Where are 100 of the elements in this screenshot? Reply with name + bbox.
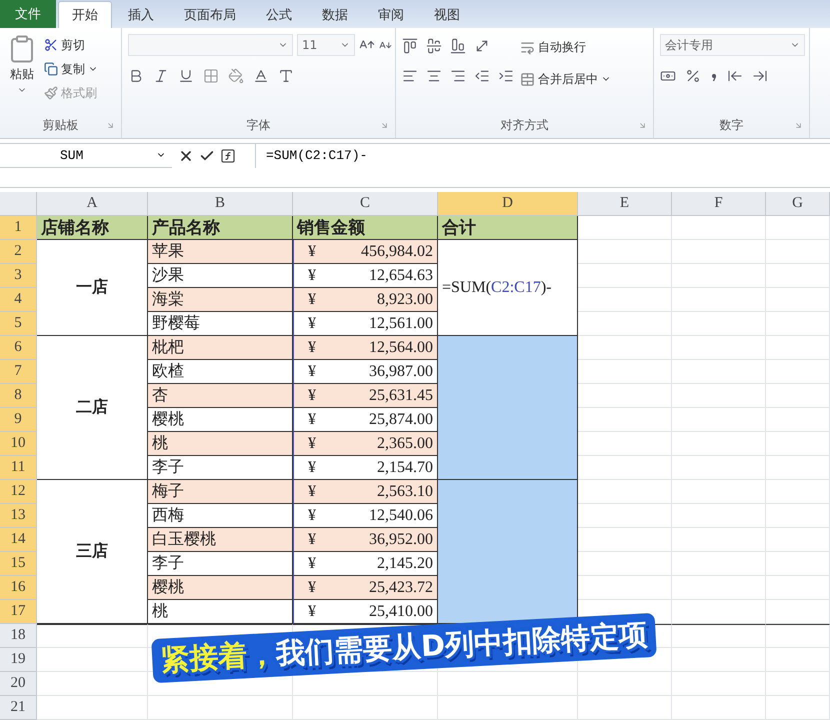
amount-cell: ¥ 25,874.00 (293, 408, 438, 432)
row-header[interactable]: 4 (0, 288, 37, 312)
product-cell: 杏 (148, 384, 293, 408)
indent-decrease-icon[interactable] (474, 68, 490, 84)
launcher-icon[interactable] (106, 120, 115, 130)
product-cell: 欧楂 (148, 360, 293, 384)
font-name-field[interactable] (128, 34, 293, 56)
amount-cell: ¥ 2,145.20 (293, 552, 438, 576)
increase-decimal-icon[interactable] (727, 68, 743, 84)
row-header[interactable]: 2 (0, 240, 37, 264)
row-header[interactable]: 6 (0, 336, 37, 360)
column-header[interactable]: C (293, 192, 438, 216)
row-header[interactable]: 15 (0, 552, 37, 576)
column-header[interactable]: E (578, 192, 672, 216)
product-cell: 海棠 (148, 288, 293, 312)
merge-icon (520, 72, 535, 86)
fill-color-icon[interactable] (228, 68, 244, 84)
align-center-icon[interactable] (426, 68, 442, 84)
font-size-field[interactable]: 11 (297, 34, 355, 56)
row-header[interactable]: 12 (0, 480, 37, 504)
column-header[interactable]: D (438, 192, 578, 216)
font-color-icon[interactable] (253, 68, 269, 84)
amount-cell: ¥ 2,154.70 (293, 456, 438, 480)
ribbon-tab[interactable]: 开始 (58, 1, 112, 28)
paste-label[interactable]: 粘贴 (10, 66, 34, 83)
group-title: 剪贴板 (42, 117, 78, 134)
phonetic-icon[interactable] (278, 68, 294, 84)
row-header[interactable]: 3 (0, 264, 37, 288)
ribbon-tab[interactable]: 视图 (420, 1, 474, 28)
store-cell: 一店 (37, 240, 148, 336)
middle-align-icon[interactable] (426, 38, 442, 54)
amount-cell: ¥ 12,540.06 (293, 504, 438, 528)
indent-increase-icon[interactable] (498, 68, 514, 84)
underline-icon[interactable] (178, 68, 194, 84)
border-icon[interactable] (203, 68, 219, 84)
amount-cell: ¥ 12,654.63 (293, 264, 438, 288)
product-cell: 桃 (148, 432, 293, 456)
row-header[interactable]: 17 (0, 600, 37, 624)
header-cell: 销售金额 (293, 216, 438, 240)
ribbon-tab[interactable]: 插入 (114, 1, 168, 28)
top-align-icon[interactable] (402, 38, 418, 54)
column-header[interactable]: G (766, 192, 830, 216)
ribbon-tab[interactable]: 页面布局 (170, 1, 250, 28)
group-title: 数字 (720, 117, 744, 134)
bottom-align-icon[interactable] (450, 38, 466, 54)
column-header[interactable]: B (148, 192, 293, 216)
row-header[interactable]: 5 (0, 312, 37, 336)
row-header[interactable]: 8 (0, 384, 37, 408)
product-cell: 西梅 (148, 504, 293, 528)
product-cell: 桃 (148, 600, 293, 624)
column-header[interactable]: F (672, 192, 766, 216)
wrap-text-button[interactable]: 自动换行 (520, 36, 611, 58)
ribbon-tab[interactable]: 数据 (308, 1, 362, 28)
italic-icon[interactable] (153, 68, 169, 84)
launcher-icon[interactable] (638, 120, 647, 130)
row-header[interactable]: 7 (0, 360, 37, 384)
copy-button[interactable]: 复制 (44, 58, 98, 80)
product-cell: 樱桃 (148, 576, 293, 600)
amount-cell: ¥ 25,423.72 (293, 576, 438, 600)
formula-field[interactable]: =SUM(C2:C17)- (256, 144, 830, 187)
ribbon-tab[interactable]: 公式 (252, 1, 306, 28)
product-cell: 梅子 (148, 480, 293, 504)
selected-cell[interactable] (438, 480, 578, 624)
cut-button[interactable]: 剪切 (44, 34, 98, 56)
brush-icon (44, 86, 58, 100)
amount-cell: ¥ 25,631.45 (293, 384, 438, 408)
row-header[interactable]: 9 (0, 408, 37, 432)
name-box[interactable]: SUM (0, 144, 172, 168)
row-header[interactable]: 10 (0, 432, 37, 456)
align-right-icon[interactable] (450, 68, 466, 84)
number-format-field[interactable]: 会计专用 (660, 34, 805, 56)
amount-cell: ¥ 2,365.00 (293, 432, 438, 456)
orientation-icon[interactable] (474, 38, 490, 54)
column-header[interactable]: A (37, 192, 148, 216)
align-left-icon[interactable] (402, 68, 418, 84)
launcher-icon[interactable] (380, 120, 389, 130)
amount-cell: ¥ 456,984.02 (293, 240, 438, 264)
row-header[interactable]: 1 (0, 216, 37, 240)
decrease-decimal-icon[interactable] (752, 68, 768, 84)
file-tab[interactable]: 文件 (0, 0, 56, 28)
product-cell: 李子 (148, 552, 293, 576)
row-header[interactable]: 20 (0, 672, 37, 696)
function-icon[interactable] (220, 148, 236, 164)
row-header[interactable]: 19 (0, 648, 37, 672)
row-header[interactable]: 11 (0, 456, 37, 480)
percent-icon[interactable] (685, 68, 701, 84)
amount-cell: ¥ 2,563.10 (293, 480, 438, 504)
row-header[interactable]: 21 (0, 696, 37, 720)
row-header[interactable]: 16 (0, 576, 37, 600)
launcher-icon[interactable] (794, 120, 803, 130)
header-cell: 店铺名称 (37, 216, 148, 240)
ribbon-tab[interactable]: 审阅 (364, 1, 418, 28)
group-title: 对齐方式 (500, 117, 548, 134)
row-header[interactable]: 14 (0, 528, 37, 552)
merge-center-button[interactable]: 合并后居中 (520, 68, 611, 90)
selected-cell[interactable] (438, 336, 578, 480)
product-cell: 李子 (148, 456, 293, 480)
formula-cell[interactable]: =SUM(C2:C17)- (438, 240, 578, 336)
row-header[interactable]: 18 (0, 624, 37, 648)
row-header[interactable]: 13 (0, 504, 37, 528)
